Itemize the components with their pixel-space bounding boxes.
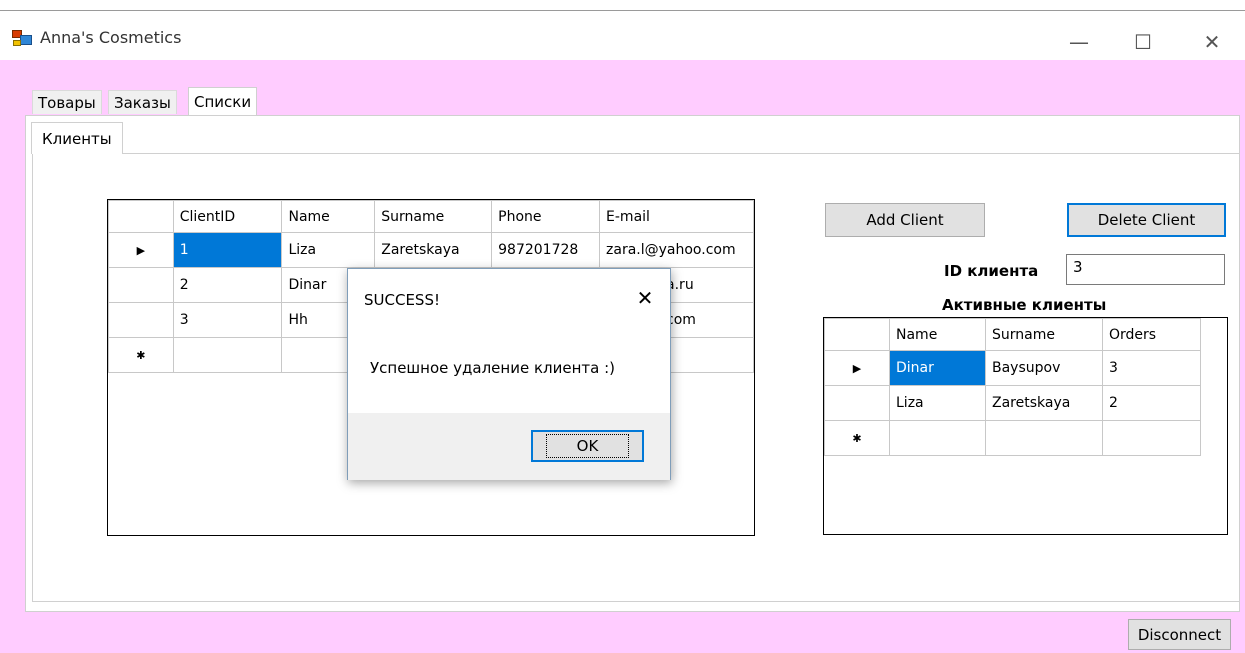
tab-klienty[interactable]: Клиенты (31, 122, 123, 154)
column-header[interactable]: Surname (985, 318, 1103, 351)
row-header[interactable] (824, 385, 890, 421)
minimize-button[interactable]: — (1056, 22, 1102, 62)
title-bar: Anna's Cosmetics — ☐ ✕ (0, 11, 1245, 60)
ok-button-label: OK (545, 434, 630, 458)
table-cell[interactable]: 2 (1102, 385, 1201, 421)
new-row-icon[interactable]: ✱ (108, 337, 174, 373)
dialog-footer: OK (348, 413, 670, 480)
table-row[interactable]: ▶ Dinar Baysupov 3 (824, 350, 1201, 386)
table-row[interactable]: ▶ 1 Liza Zaretskaya 987201728 zara.l@yah… (108, 232, 754, 268)
app-icon (12, 30, 32, 48)
row-header[interactable] (108, 267, 174, 303)
active-clients-grid[interactable]: Name Surname Orders ▶ Dinar Baysupov 3 L… (823, 317, 1228, 535)
current-row-icon[interactable]: ▶ (824, 350, 890, 386)
tab-spiski[interactable]: Списки (188, 87, 258, 115)
row-header-corner (824, 318, 890, 351)
table-cell[interactable]: Dinar (889, 350, 986, 386)
tab-zakazy[interactable]: Заказы (108, 90, 177, 114)
column-header[interactable]: Surname (374, 200, 493, 233)
table-cell[interactable]: 987201728 (491, 232, 601, 268)
table-cell[interactable] (889, 420, 986, 456)
table-cell[interactable]: Baysupov (985, 350, 1103, 386)
dialog-message: Успешное удаление клиента :) (370, 359, 615, 377)
client-id-field[interactable]: 3 (1066, 254, 1225, 285)
client-id-label: ID клиента (944, 262, 1039, 280)
new-row[interactable]: ✱ (824, 420, 1201, 456)
maximize-button[interactable]: ☐ (1120, 22, 1166, 62)
dialog-title: SUCCESS! (364, 291, 440, 309)
table-cell[interactable] (985, 420, 1103, 456)
table-cell[interactable]: 3 (1102, 350, 1201, 386)
table-cell[interactable]: zara.l@yahoo.com (599, 232, 754, 268)
column-header[interactable]: Orders (1102, 318, 1201, 351)
close-button[interactable]: ✕ (1189, 22, 1235, 62)
add-client-button[interactable]: Add Client (825, 203, 985, 237)
table-cell[interactable]: 1 (172, 232, 283, 268)
current-row-icon[interactable]: ▶ (108, 232, 174, 268)
ok-button[interactable]: OK (531, 430, 644, 462)
column-header[interactable]: Name (281, 200, 376, 233)
table-cell[interactable]: Liza (889, 385, 986, 421)
table-cell[interactable]: 2 (172, 267, 283, 303)
table-cell[interactable] (1102, 420, 1201, 456)
success-dialog: SUCCESS! ✕ Успешное удаление клиента :) … (347, 268, 671, 480)
table-cell[interactable]: Zaretskaya (985, 385, 1103, 421)
window-title: Anna's Cosmetics (40, 28, 182, 47)
table-cell[interactable] (172, 337, 283, 373)
column-header[interactable]: Phone (491, 200, 601, 233)
table-cell[interactable]: Zaretskaya (374, 232, 493, 268)
active-clients-title: Активные клиенты (942, 296, 1107, 314)
dialog-close-button[interactable]: ✕ (630, 283, 660, 313)
disconnect-button[interactable]: Disconnect (1128, 619, 1231, 650)
table-cell[interactable]: Liza (281, 232, 376, 268)
new-row-icon[interactable]: ✱ (824, 420, 890, 456)
table-cell[interactable]: 3 (172, 302, 283, 338)
column-header[interactable]: E-mail (599, 200, 754, 233)
table-row[interactable]: Liza Zaretskaya 2 (824, 385, 1201, 421)
delete-client-button[interactable]: Delete Client (1067, 203, 1226, 237)
row-header[interactable] (108, 302, 174, 338)
column-header[interactable]: ClientID (172, 200, 283, 233)
column-header[interactable]: Name (889, 318, 986, 351)
row-header-corner (108, 200, 174, 233)
tab-tovary[interactable]: Товары (32, 90, 102, 114)
